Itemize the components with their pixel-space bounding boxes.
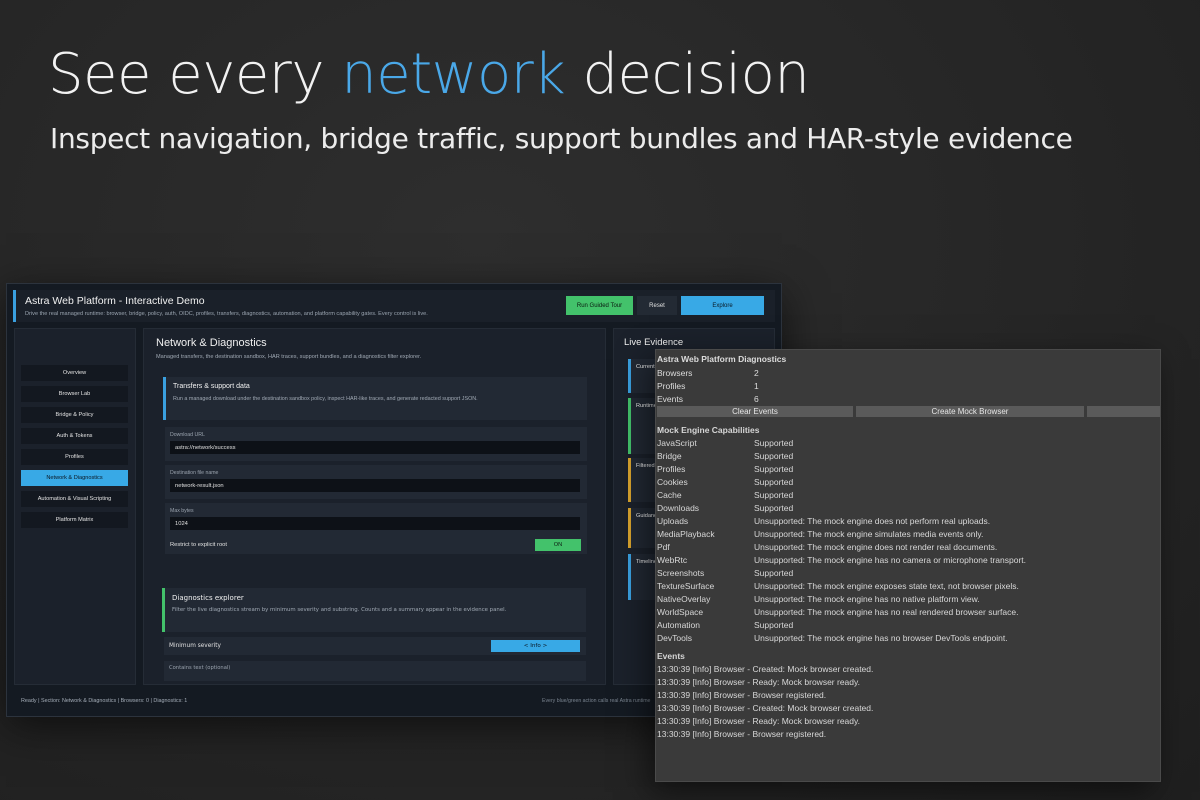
- diagnostics-window: Astra Web Platform Diagnostics Browsers …: [655, 349, 1161, 782]
- stat-events-label: Events: [657, 394, 683, 404]
- capability-name: Pdf: [657, 542, 670, 552]
- capability-name: Profiles: [657, 464, 686, 474]
- run-guided-tour-button[interactable]: Run Guided Tour: [566, 296, 633, 315]
- hero-title-accent: network: [341, 42, 566, 107]
- capabilities-title: Mock Engine Capabilities: [657, 425, 760, 435]
- download-url-field: Download URL: [165, 427, 587, 461]
- capability-status: Supported: [754, 620, 794, 630]
- max-bytes-label: Max bytes: [170, 508, 194, 514]
- sidebar-item-profiles[interactable]: Profiles: [21, 449, 128, 465]
- sidebar-item-auth-tokens[interactable]: Auth & Tokens: [21, 428, 128, 444]
- sidebar-item-network-diagnostics[interactable]: Network & Diagnostics: [21, 470, 128, 486]
- capability-name: Uploads: [657, 516, 689, 526]
- capability-name: Automation: [657, 620, 700, 630]
- status-bar: Ready | Section: Network & Diagnostics |…: [21, 698, 188, 704]
- stat-browsers-label: Browsers: [657, 368, 693, 378]
- stat-profiles-value: 1: [754, 381, 759, 391]
- evidence-card-title: Timeline: [636, 559, 657, 565]
- event-entry: 13:30:39 [Info] Browser - Created: Mock …: [657, 664, 874, 674]
- hero-title-pre: See every: [48, 42, 342, 107]
- capability-name: Screenshots: [657, 568, 705, 578]
- capability-status: Unsupported: The mock engine has no brow…: [754, 633, 1008, 643]
- hero-title: See every network decision: [48, 42, 810, 107]
- event-entry: 13:30:39 [Info] Browser - Ready: Mock br…: [657, 677, 860, 687]
- capability-status: Supported: [754, 451, 794, 461]
- live-evidence-title: Live Evidence: [624, 337, 684, 348]
- sidebar-item-browser-lab[interactable]: Browser Lab: [21, 386, 128, 402]
- stat-events-value: 6: [754, 394, 759, 404]
- page-description: Managed transfers, the destination sandb…: [156, 354, 422, 360]
- capability-status: Unsupported: The mock engine has no real…: [754, 607, 1019, 617]
- capability-name: WebRtc: [657, 555, 688, 565]
- download-url-label: Download URL: [170, 432, 205, 438]
- capability-status: Unsupported: The mock engine exposes sta…: [754, 581, 1019, 591]
- reset-button[interactable]: Reset: [637, 296, 677, 315]
- min-severity-select[interactable]: < Info >: [491, 640, 580, 652]
- hero-title-post: decision: [565, 42, 810, 107]
- app-title: Astra Web Platform - Interactive Demo: [25, 295, 205, 307]
- capability-name: Cache: [657, 490, 682, 500]
- capability-status: Supported: [754, 477, 794, 487]
- max-bytes-input[interactable]: [170, 517, 580, 530]
- sidebar-item-overview[interactable]: Overview: [21, 365, 128, 381]
- page-title: Network & Diagnostics: [156, 337, 267, 349]
- destination-file-field: Destination file name: [165, 465, 587, 499]
- extra-button[interactable]: [1087, 406, 1160, 417]
- sidebar-item-bridge-policy[interactable]: Bridge & Policy: [21, 407, 128, 423]
- run-download-button[interactable]: Run download: [165, 608, 301, 626]
- evidence-card-title: Runtime: [636, 403, 657, 409]
- event-entry: 13:30:39 [Info] Browser - Ready: Mock br…: [657, 716, 860, 726]
- destination-file-input[interactable]: [170, 479, 580, 492]
- clear-events-button[interactable]: Clear Events: [657, 406, 853, 417]
- capability-status: Unsupported: The mock engine has no nati…: [754, 594, 980, 604]
- capability-name: DevTools: [657, 633, 692, 643]
- event-entry: 13:30:39 [Info] Browser - Browser regist…: [657, 729, 827, 739]
- event-entry: 13:30:39 [Info] Browser - Browser regist…: [657, 690, 827, 700]
- stat-profiles-label: Profiles: [657, 381, 686, 391]
- capability-name: Cookies: [657, 477, 688, 487]
- hero-subtitle: Inspect navigation, bridge traffic, supp…: [50, 122, 1073, 155]
- capability-status: Supported: [754, 438, 794, 448]
- capability-status: Supported: [754, 464, 794, 474]
- events-title: Events: [657, 651, 685, 661]
- restrict-root-row: Restrict to explicit root ON: [165, 536, 587, 554]
- diagnostics-title: Astra Web Platform Diagnostics: [657, 354, 787, 364]
- main-panel: Network & Diagnostics Managed transfers,…: [143, 328, 606, 685]
- explore-button[interactable]: Explore: [681, 296, 764, 315]
- capability-name: Downloads: [657, 503, 700, 513]
- sidebar-item-automation[interactable]: Automation & Visual Scripting: [21, 491, 128, 507]
- capability-name: WorldSpace: [657, 607, 704, 617]
- sidebar-item-platform-matrix[interactable]: Platform Matrix: [21, 512, 128, 528]
- app-header: Astra Web Platform - Interactive Demo Dr…: [13, 290, 775, 322]
- transfers-card: Transfers & support data Run a managed d…: [163, 377, 587, 420]
- capability-name: MediaPlayback: [657, 529, 715, 539]
- restrict-root-toggle[interactable]: ON: [535, 539, 581, 551]
- capability-status: Unsupported: The mock engine does not re…: [754, 542, 998, 552]
- stat-browsers-value: 2: [754, 368, 759, 378]
- out-of-sandbox-write-button[interactable]: Out-of-sandbox write: [306, 608, 442, 626]
- capability-name: NativeOverlay: [657, 594, 711, 604]
- capability-status: Supported: [754, 490, 794, 500]
- capability-name: JavaScript: [657, 438, 697, 448]
- app-description: Drive the real managed runtime: browser,…: [25, 311, 428, 317]
- create-mock-browser-button[interactable]: Create Mock Browser: [856, 406, 1084, 417]
- capability-name: TextureSurface: [657, 581, 715, 591]
- max-bytes-field: Max bytes: [165, 503, 587, 537]
- download-url-input[interactable]: [170, 441, 580, 454]
- restrict-root-label: Restrict to explicit root: [170, 542, 228, 548]
- capability-name: Bridge: [657, 451, 682, 461]
- capability-status: Supported: [754, 503, 794, 513]
- transfers-description: Run a managed download under the destina…: [173, 396, 478, 402]
- event-entry: 13:30:39 [Info] Browser - Created: Mock …: [657, 703, 874, 713]
- capability-status: Unsupported: The mock engine has no came…: [754, 555, 1026, 565]
- destination-file-label: Destination file name: [170, 470, 219, 476]
- transfers-title: Transfers & support data: [173, 383, 250, 390]
- capability-status: Unsupported: The mock engine does not pe…: [754, 516, 991, 526]
- capability-status: Unsupported: The mock engine simulates m…: [754, 529, 984, 539]
- status-hint: Every blue/green action calls real Astra…: [542, 698, 651, 704]
- capability-status: Supported: [754, 568, 794, 578]
- sidebar: Overview Browser Lab Bridge & Policy Aut…: [14, 328, 136, 685]
- export-support-json-button[interactable]: Export support JSON: [447, 608, 583, 626]
